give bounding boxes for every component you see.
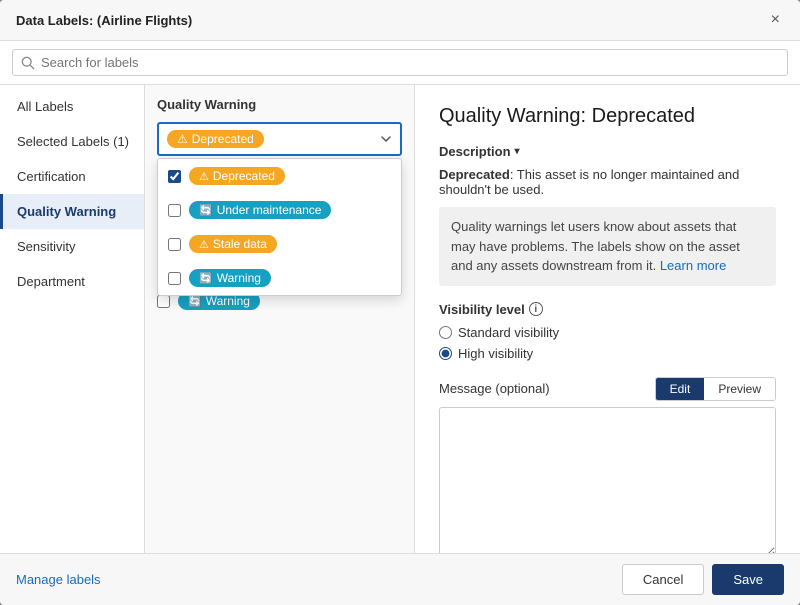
info-icon[interactable]: i — [529, 302, 543, 316]
tab-preview[interactable]: Preview — [704, 378, 775, 400]
selected-tag: ⚠ Deprecated — [167, 130, 264, 148]
save-button[interactable]: Save — [712, 564, 784, 595]
tab-edit[interactable]: Edit — [656, 378, 705, 400]
visibility-section: Visibility level i Standard visibility H… — [439, 302, 776, 361]
tag-deprecated: ⚠ Deprecated — [189, 167, 285, 185]
radio-high-input[interactable] — [439, 347, 452, 360]
checkbox-stale[interactable] — [168, 238, 181, 251]
dialog-title: Data Labels: (Airline Flights) — [16, 13, 192, 28]
sidebar-item-all-labels[interactable]: All Labels — [0, 89, 144, 124]
info-box: Quality warnings let users know about as… — [439, 207, 776, 286]
message-label: Message (optional) — [439, 381, 550, 396]
radio-high: High visibility — [439, 346, 776, 361]
radio-standard: Standard visibility — [439, 325, 776, 340]
sidebar-item-quality-warning[interactable]: Quality Warning — [0, 194, 144, 229]
maintenance-tag-icon: 🔄 — [199, 204, 213, 217]
chevron-down-icon — [380, 133, 392, 145]
manage-labels-button[interactable]: Manage labels — [16, 572, 101, 587]
checkbox-maintenance[interactable] — [168, 204, 181, 217]
deprecated-icon: ⚠ — [177, 132, 188, 146]
close-button[interactable]: × — [767, 10, 784, 30]
tag-warning: 🔄 Warning — [189, 269, 271, 287]
data-labels-dialog: Data Labels: (Airline Flights) × All Lab… — [0, 0, 800, 605]
warning-tag-icon: 🔄 — [199, 272, 213, 285]
search-icon — [21, 56, 35, 70]
dropdown-option-warning[interactable]: 🔄 Warning — [158, 261, 401, 295]
sidebar-item-sensitivity[interactable]: Sensitivity — [0, 229, 144, 264]
footer-buttons: Cancel Save — [622, 564, 784, 595]
dropdown-option-stale[interactable]: ⚠ Stale data — [158, 227, 401, 261]
dropdown-option-deprecated[interactable]: ⚠ Deprecated — [158, 159, 401, 193]
visibility-title: Visibility level i — [439, 302, 776, 317]
description-section-label: Description ▾ — [439, 144, 776, 159]
message-header: Message (optional) Edit Preview — [439, 377, 776, 401]
main-content: Quality Warning ⚠ Deprecated — [145, 85, 800, 553]
sidebar: All Labels Selected Labels (1) Certifica… — [0, 85, 145, 553]
dialog-header: Data Labels: (Airline Flights) × — [0, 0, 800, 41]
dropdown-trigger[interactable]: ⚠ Deprecated — [157, 122, 402, 156]
radio-standard-input[interactable] — [439, 326, 452, 339]
sidebar-item-selected-labels[interactable]: Selected Labels (1) — [0, 124, 144, 159]
tab-group: Edit Preview — [655, 377, 776, 401]
dropdown-option-maintenance[interactable]: 🔄 Under maintenance — [158, 193, 401, 227]
description-text: Deprecated: This asset is no longer main… — [439, 167, 776, 197]
radio-high-label[interactable]: High visibility — [458, 346, 533, 361]
detail-title: Quality Warning: Deprecated — [439, 105, 776, 128]
warning-extra-icon: 🔄 — [188, 295, 202, 308]
dialog-footer: Manage labels Cancel Save — [0, 553, 800, 605]
checkbox-warning[interactable] — [168, 272, 181, 285]
detail-pane: Quality Warning: Deprecated Description … — [415, 85, 800, 553]
dropdown-menu: ⚠ Deprecated 🔄 Under maintenance — [157, 158, 402, 296]
search-bar — [0, 41, 800, 85]
search-input-wrap — [12, 49, 788, 76]
learn-more-link[interactable]: Learn more — [660, 258, 726, 273]
dialog-body: All Labels Selected Labels (1) Certifica… — [0, 85, 800, 553]
deprecated-tag-icon: ⚠ — [199, 170, 209, 183]
sidebar-item-certification[interactable]: Certification — [0, 159, 144, 194]
cancel-button[interactable]: Cancel — [622, 564, 704, 595]
checkbox-deprecated[interactable] — [168, 170, 181, 183]
stale-tag-icon: ⚠ — [199, 238, 209, 251]
label-list-pane: Quality Warning ⚠ Deprecated — [145, 85, 415, 553]
tag-maintenance: 🔄 Under maintenance — [189, 201, 331, 219]
tag-stale: ⚠ Stale data — [189, 235, 277, 253]
dropdown-wrapper: ⚠ Deprecated ⚠ — [157, 122, 402, 156]
chevron-down-icon: ▾ — [515, 146, 520, 157]
radio-standard-label[interactable]: Standard visibility — [458, 325, 559, 340]
search-input[interactable] — [41, 55, 779, 70]
message-textarea[interactable] — [439, 407, 776, 554]
checkbox-warning-extra[interactable] — [157, 295, 170, 308]
sidebar-item-department[interactable]: Department — [0, 264, 144, 299]
pane-title: Quality Warning — [157, 97, 402, 112]
message-section: Message (optional) Edit Preview — [439, 377, 776, 554]
